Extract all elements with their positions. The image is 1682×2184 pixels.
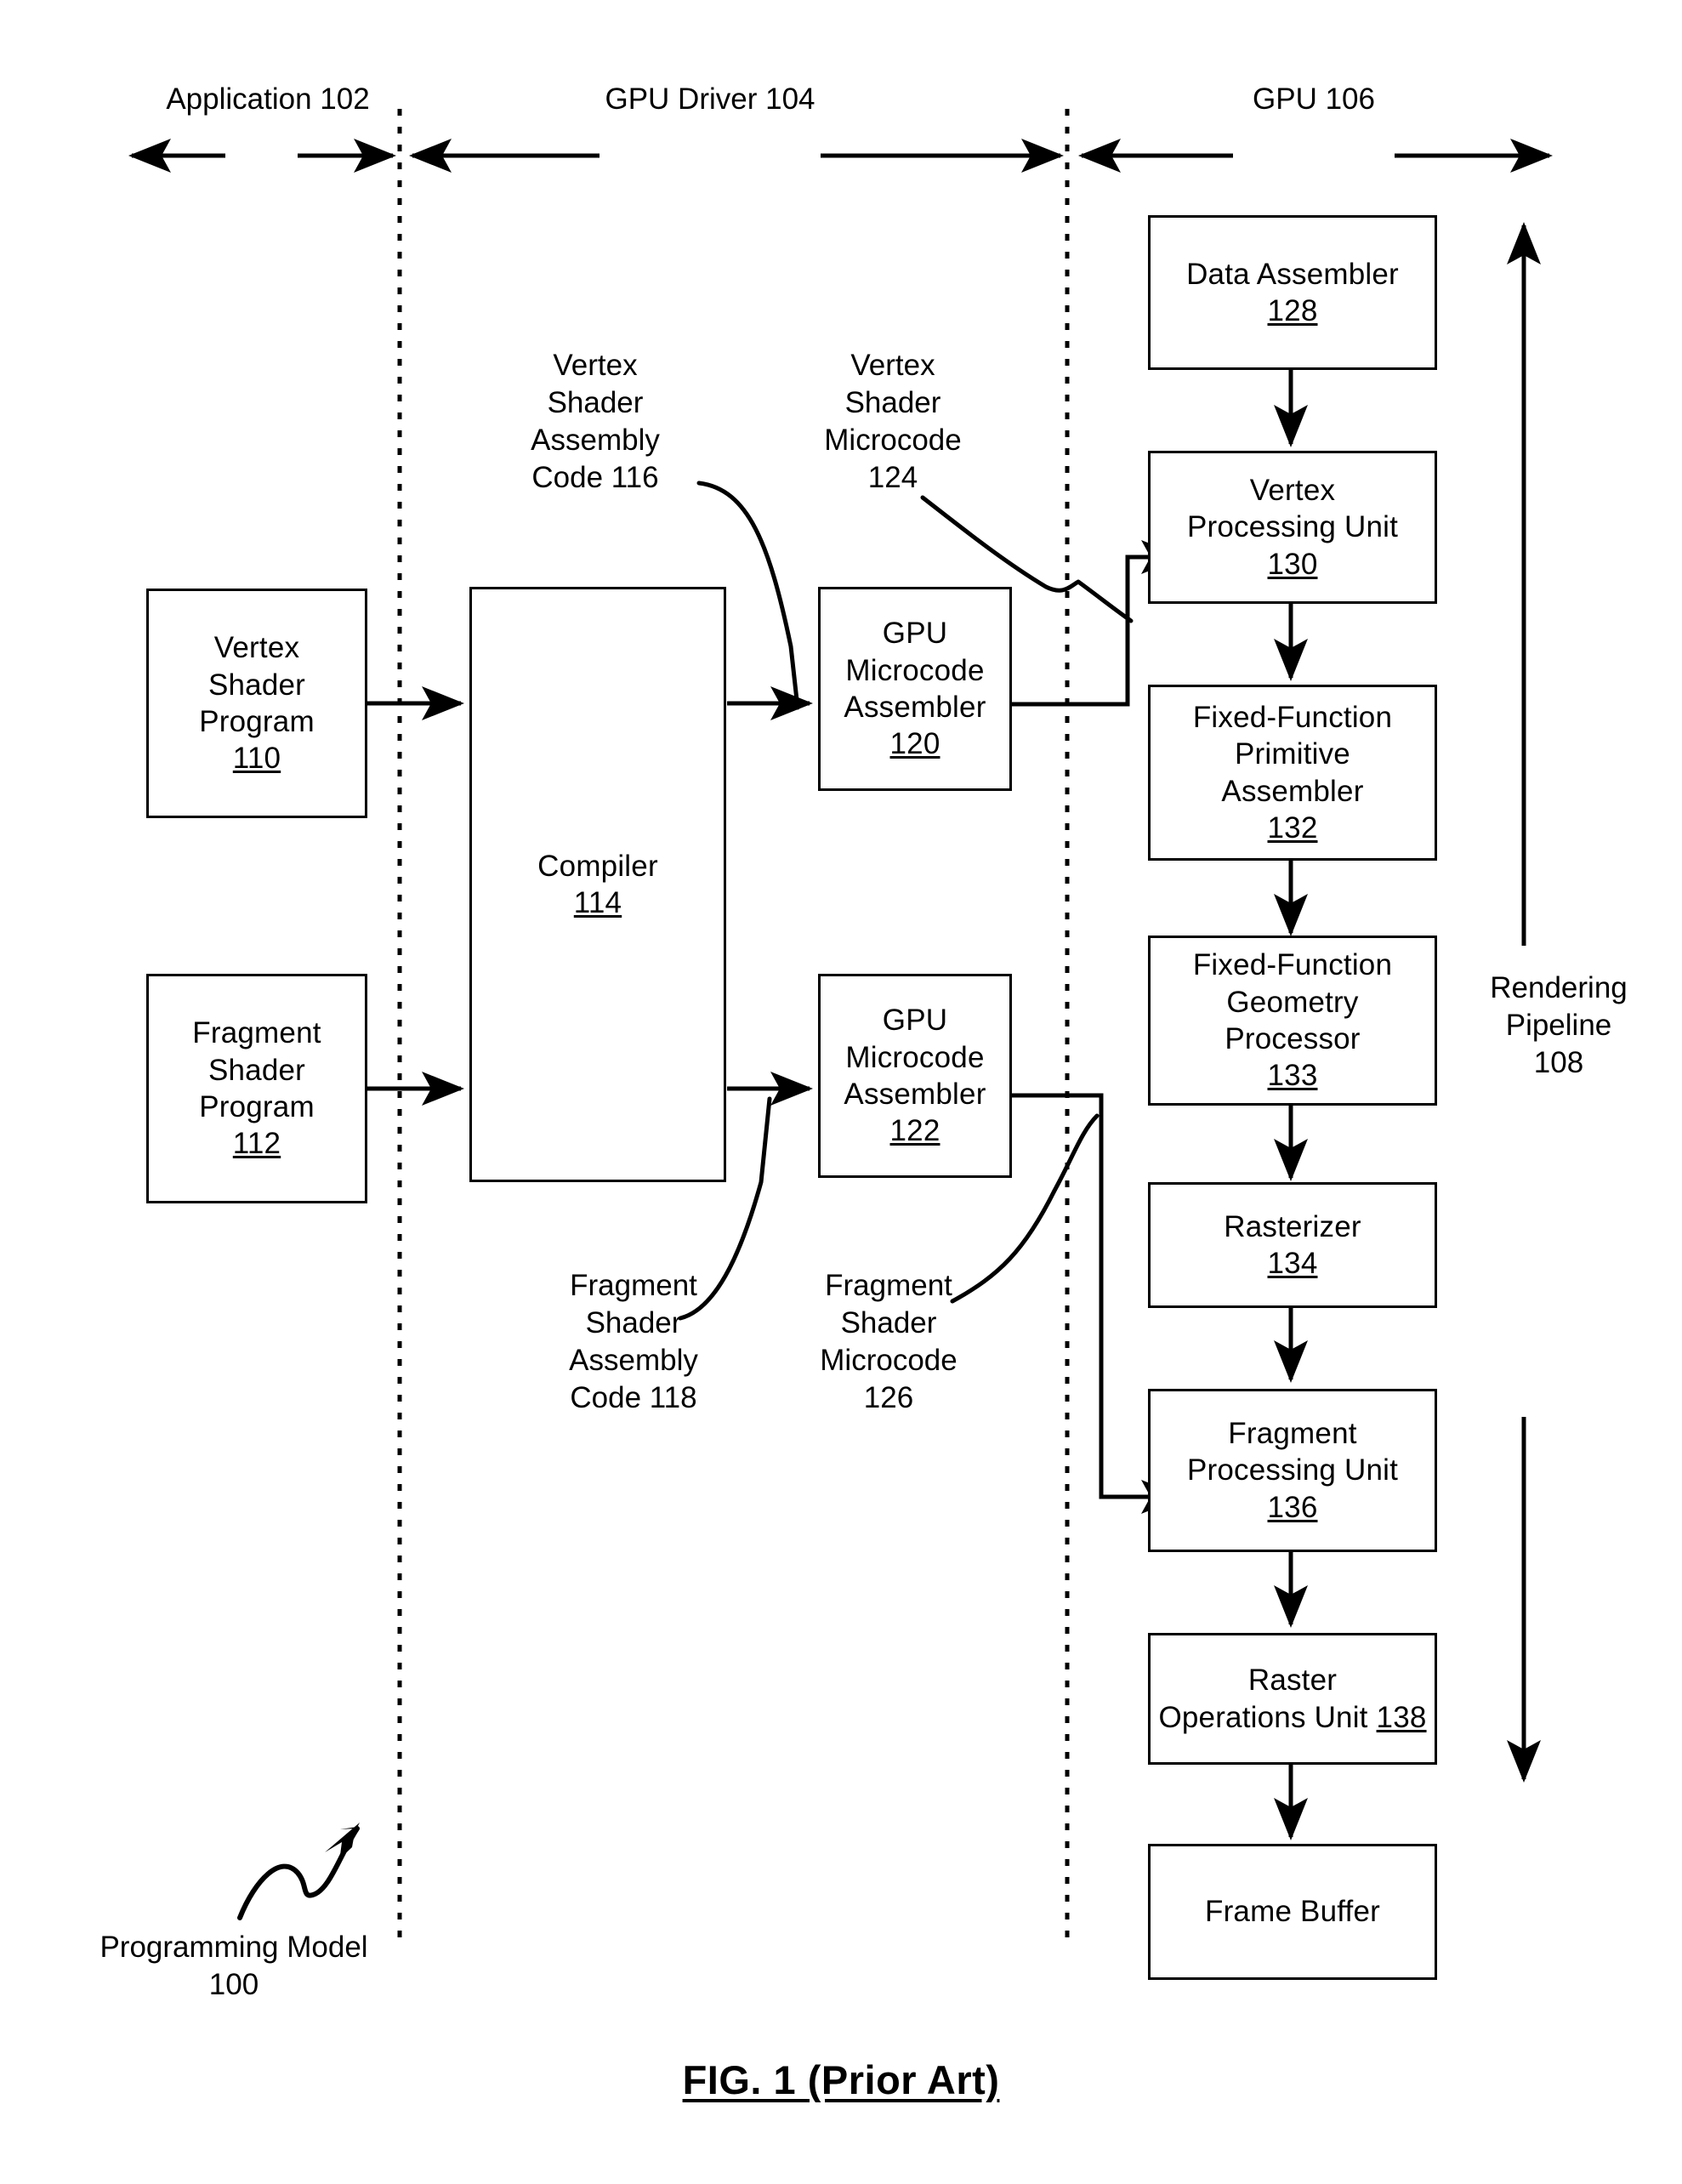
annotation-line-2: Pipeline: [1505, 1009, 1612, 1043]
annotation-line-2: Shader: [844, 386, 941, 420]
raster-operations-unit-box[interactable]: Raster Operations Unit 138: [1148, 1633, 1437, 1765]
annotation-line-2: Shader: [547, 386, 644, 420]
box-reference-number: 130: [1267, 547, 1318, 581]
box-line-2: Microcode: [845, 1040, 985, 1074]
annotation-line-4: 126: [863, 1381, 914, 1415]
box-line-2: Microcode: [845, 653, 985, 687]
annotation-line-1: Vertex: [553, 349, 638, 382]
box-line-1: Fixed-Function: [1192, 700, 1393, 734]
box-line-2: Shader: [207, 1053, 306, 1087]
box-reference-number: 120: [889, 727, 940, 761]
box-reference-number: 132: [1267, 810, 1318, 845]
vertex-shader-assembly-code-label: Vertex Shader Assembly Code 116: [493, 347, 697, 497]
box-line-3: Processor: [1225, 1022, 1361, 1055]
fragment-shader-assembly-code-label: Fragment Shader Assembly Code 118: [536, 1267, 731, 1417]
box-line-1: Rasterizer: [1224, 1209, 1361, 1243]
annotation-line-1: Rendering: [1490, 971, 1628, 1004]
programming-model-label: Programming Model 100: [94, 1929, 374, 2004]
box-line-2: Operations Unit 138: [1158, 1699, 1426, 1736]
box-line-1: Compiler: [537, 849, 658, 883]
box-reference-number: 133: [1267, 1059, 1318, 1093]
box-line-1: Fragment: [192, 1016, 321, 1050]
vertex-shader-microcode-label: Vertex Shader Microcode 124: [791, 347, 995, 497]
programming-model-number: 100: [208, 1968, 259, 2002]
fragment-shader-program-box[interactable]: Fragment Shader Program 112: [146, 974, 367, 1203]
box-reference-number: 122: [889, 1114, 940, 1148]
section-title: Application: [166, 82, 312, 116]
section-title: GPU Driver: [605, 82, 758, 116]
annotation-line-1: Fragment: [570, 1269, 697, 1302]
box-reference-number: 128: [1267, 294, 1318, 327]
box-reference-number: 134: [1267, 1247, 1318, 1280]
annotation-line-3: Assembly: [569, 1344, 698, 1378]
patent-figure-page: Application 102 GPU Driver 104 GPU 106 V…: [0, 0, 1682, 2184]
compiler-box[interactable]: Compiler 114: [469, 587, 726, 1182]
section-header-application: Application 102: [132, 81, 404, 118]
box-line-2-text: Operations Unit: [1158, 1700, 1377, 1734]
box-line-1: Vertex: [213, 631, 300, 665]
annotation-line-1: Vertex: [850, 349, 935, 382]
box-line-3: Assembler: [844, 1078, 986, 1111]
annotation-line-4: Code 118: [570, 1381, 697, 1415]
box-line-3: Assembler: [844, 691, 986, 724]
rasterizer-box[interactable]: Rasterizer 134: [1148, 1182, 1437, 1308]
section-title: GPU: [1253, 82, 1317, 116]
section-header-gpu: GPU 106: [1233, 81, 1395, 118]
annotation-line-2: Shader: [585, 1306, 682, 1340]
rendering-pipeline-label: Rendering Pipeline 108: [1461, 970, 1656, 1082]
box-reference-number: 138: [1376, 1700, 1427, 1734]
box-line-2: Geometry: [1226, 985, 1359, 1019]
box-line-3: Program: [199, 1090, 315, 1123]
annotation-line-3: Assembly: [531, 424, 660, 458]
annotation-line-3: Microcode: [824, 424, 962, 458]
box-line-3: Assembler: [1221, 774, 1364, 808]
box-line-2: Processing Unit: [1186, 1453, 1399, 1487]
gpu-microcode-assembler-120-box[interactable]: GPU Microcode Assembler 120: [818, 587, 1012, 791]
box-reference-number: 112: [232, 1127, 281, 1161]
fragment-shader-microcode-label: Fragment Shader Microcode 126: [791, 1267, 986, 1417]
fixed-function-primitive-assembler-box[interactable]: Fixed-Function Primitive Assembler 132: [1148, 685, 1437, 861]
box-line-1: GPU: [882, 617, 948, 651]
fixed-function-geometry-processor-box[interactable]: Fixed-Function Geometry Processor 133: [1148, 936, 1437, 1106]
section-header-gpu-driver: GPU Driver 104: [599, 81, 821, 118]
vertex-shader-program-box[interactable]: Vertex Shader Program 110: [146, 589, 367, 818]
box-line-2: Shader: [207, 668, 306, 702]
box-line-2: Processing Unit: [1186, 510, 1399, 544]
box-line-1: Fixed-Function: [1192, 948, 1393, 982]
annotation-line-3: 108: [1533, 1046, 1584, 1080]
vertex-processing-unit-box[interactable]: Vertex Processing Unit 130: [1148, 451, 1437, 604]
programming-model-title: Programming Model: [99, 1931, 368, 1964]
box-line-1: Frame Buffer: [1205, 1895, 1380, 1929]
box-reference-number: 110: [232, 742, 281, 776]
box-line-3: Program: [199, 705, 315, 738]
box-line-2: Primitive: [1235, 737, 1350, 771]
box-line-1: GPU: [882, 1004, 948, 1038]
section-number: 106: [1325, 82, 1375, 116]
annotation-line-2: Shader: [840, 1306, 937, 1340]
annotation-line-3: Microcode: [820, 1344, 957, 1378]
section-number: 102: [320, 82, 370, 116]
section-number: 104: [765, 82, 815, 116]
box-line-1: Raster: [1247, 1664, 1338, 1698]
box-line-1: Fragment: [1228, 1416, 1357, 1450]
box-line-1: Vertex: [1249, 473, 1336, 507]
figure-caption: FIG. 1 (Prior Art): [682, 2057, 1000, 2102]
frame-buffer-box[interactable]: Frame Buffer: [1148, 1844, 1437, 1980]
fragment-processing-unit-box[interactable]: Fragment Processing Unit 136: [1148, 1389, 1437, 1552]
gpu-microcode-assembler-122-box[interactable]: GPU Microcode Assembler 122: [818, 974, 1012, 1178]
data-assembler-box[interactable]: Data Assembler 128: [1148, 215, 1437, 370]
annotation-line-1: Fragment: [825, 1269, 952, 1302]
box-line-1: Data Assembler: [1186, 257, 1399, 291]
box-reference-number: 114: [573, 886, 622, 919]
annotation-line-4: Code 116: [531, 461, 659, 495]
box-reference-number: 136: [1267, 1490, 1318, 1524]
annotation-line-4: 124: [867, 461, 918, 495]
